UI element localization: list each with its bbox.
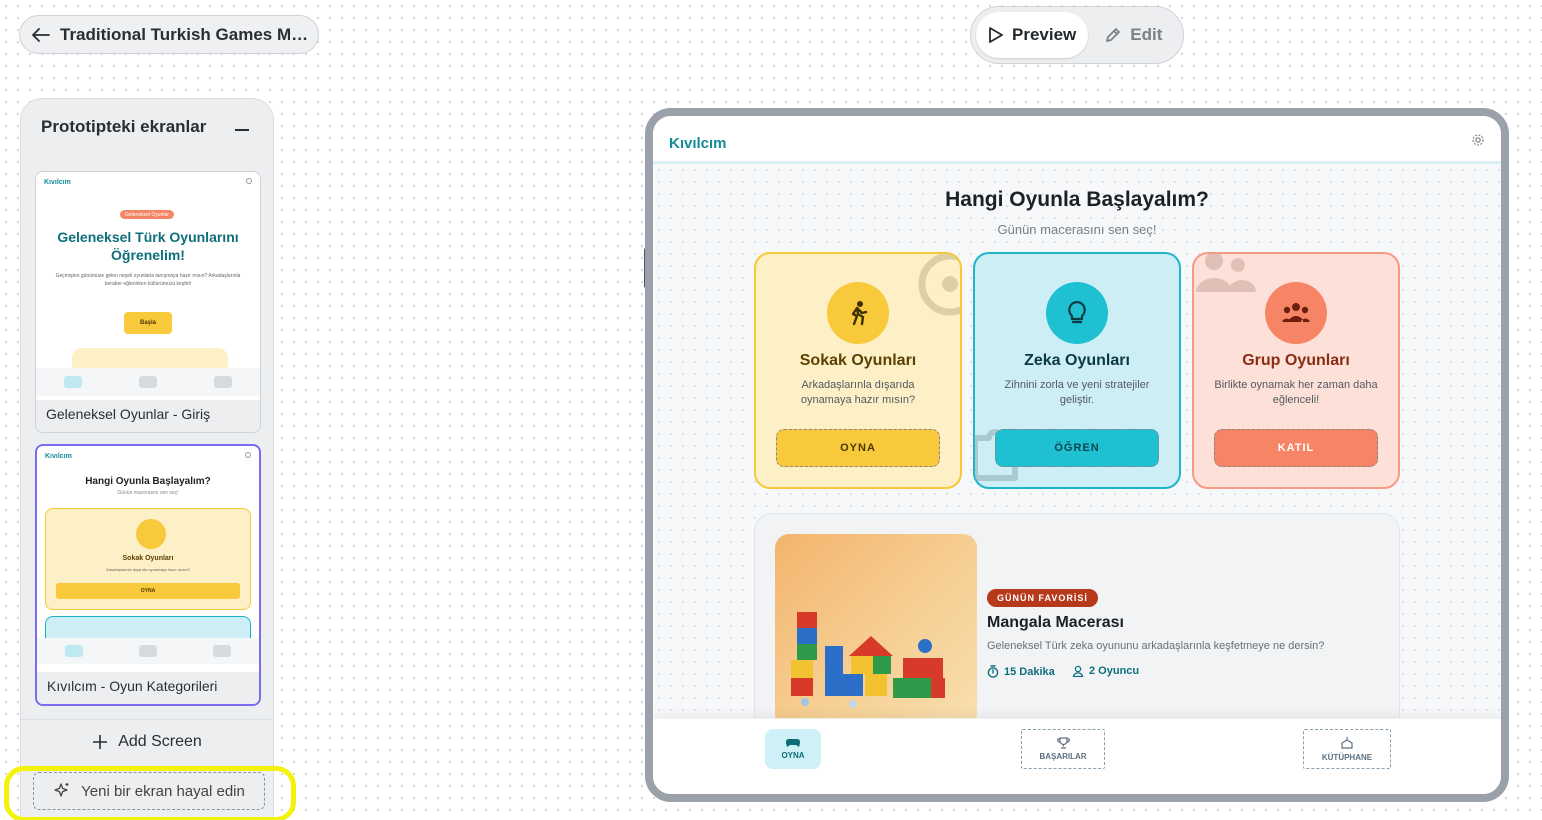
thumb-start-button: Başla <box>124 312 172 334</box>
project-title: Traditional Turkish Games M… <box>60 24 309 44</box>
screens-panel: Prototipteki ekranlar Kıvılcım Gelenekse… <box>20 98 274 820</box>
settings-gear-icon[interactable] <box>1471 133 1485 147</box>
mode-toggle: Preview Edit <box>970 6 1184 64</box>
add-screen-label: Add Screen <box>118 732 202 750</box>
app-screen: Kıvılcım Hangi Oyunla Başlayalım? Günün … <box>653 116 1501 794</box>
thumb-text: Geçmişten günümüze gelen neşeli oyunlarl… <box>55 273 241 287</box>
app-header: Kıvılcım <box>653 116 1501 164</box>
library-icon <box>1340 736 1354 750</box>
collapse-icon[interactable] <box>235 129 249 131</box>
page-subheading: Günün macerasını sen seç! <box>997 222 1157 237</box>
preview-button[interactable]: Preview <box>976 12 1089 58</box>
thumb-card-button: OYNA <box>56 583 240 599</box>
featured-description: Geleneksel Türk zeka oyununu arkadaşları… <box>987 640 1325 652</box>
screen-thumbnail-categories[interactable]: Kıvılcım Hangi Oyunla Başlayalım? Günün … <box>35 444 261 706</box>
people-icon <box>1194 254 1256 294</box>
thumb-heading: Hangi Oyunla Başlayalım? <box>85 476 211 487</box>
plus-icon <box>92 734 108 750</box>
nav-play[interactable]: OYNA <box>765 729 821 769</box>
category-card-mind: Zeka Oyunları Zihnini zorla ve yeni stra… <box>973 252 1181 489</box>
nav-library[interactable]: KÜTÜPHANE <box>1303 729 1391 769</box>
gear-icon <box>246 178 252 184</box>
screen-caption: Kıvılcım - Oyun Kategorileri <box>37 672 259 704</box>
players-meta: 2 Oyuncu <box>1072 665 1139 677</box>
highlight-annotation <box>4 766 296 820</box>
thumb-nav <box>37 638 259 664</box>
nav-play-label: OYNA <box>781 751 805 760</box>
thumb-card: Sokak Oyunları Arkadaşlarınla dışarıda o… <box>45 508 251 610</box>
edit-label: Edit <box>1130 25 1163 44</box>
edit-button[interactable]: Edit <box>1088 12 1174 58</box>
app-logo: Kıvılcım <box>669 135 727 152</box>
person-icon <box>1072 665 1084 677</box>
thumb-subheading: Günün macerasını sen seç! <box>117 490 179 496</box>
favorite-badge: GÜNÜN FAVORİSİ <box>987 589 1098 607</box>
thumb-heading: Geleneksel Türk Oyunlarını Öğrenelim! <box>57 229 239 263</box>
thumb-nav-library <box>213 645 231 657</box>
nav-achievements-label: BAŞARILAR <box>1039 752 1087 761</box>
thumb-nav-library <box>213 376 232 388</box>
category-card-group: Grup Oyunları Birlikte oynamak her zaman… <box>1192 252 1400 489</box>
nav-library-label: KÜTÜPHANE <box>1321 752 1373 762</box>
card-description: Arkadaşlarınla dışarıda oynamaya hazır m… <box>800 379 916 406</box>
play-button[interactable]: OYNA <box>776 429 940 467</box>
page-heading: Hangi Oyunla Başlayalım? <box>945 188 1209 211</box>
thumb-nav-play <box>64 376 83 388</box>
arrow-left-icon <box>32 27 50 42</box>
players-text: 2 Oyuncu <box>1089 665 1140 677</box>
back-button[interactable]: Traditional Turkish Games M… <box>19 15 319 54</box>
thumb-nav <box>36 368 260 396</box>
thumb-nav-achievements <box>139 645 157 657</box>
nav-achievements[interactable]: BAŞARILAR <box>1021 729 1105 769</box>
gamepad-icon <box>786 738 800 748</box>
card-title: Grup Oyunları <box>1242 352 1350 369</box>
gear-icon <box>245 452 251 458</box>
card-title: Sokak Oyunları <box>799 352 917 369</box>
duration-meta: 15 Dakika <box>987 665 1055 678</box>
featured-title: Mangala Macerası <box>987 614 1124 631</box>
lightbulb-icon <box>1046 282 1108 344</box>
bottom-navigation: OYNA BAŞARILAR KÜTÜPHANE <box>653 718 1501 794</box>
wooden-blocks-image <box>775 534 977 728</box>
thumb-card-desc: Arkadaşlarınla dışarıda oynamaya hazır m… <box>106 567 190 572</box>
group-icon <box>1265 282 1327 344</box>
card-description: Birlikte oynamak her zaman daha eğlencel… <box>1214 379 1378 406</box>
card-title: Zeka Oyunları <box>1024 352 1130 369</box>
soccer-ball-icon <box>918 254 960 316</box>
join-button[interactable]: KATIL <box>1214 429 1378 467</box>
featured-game-card[interactable]: GÜNÜN FAVORİSİ Mangala Macerası Geleneks… <box>754 513 1400 743</box>
thumb-logo: Kıvılcım <box>45 453 72 460</box>
add-screen-button[interactable]: Add Screen <box>21 719 273 763</box>
thumb-tag: Geleneksel Oyunlar <box>120 210 174 219</box>
timer-icon <box>987 665 999 678</box>
thumb-logo: Kıvılcım <box>44 179 71 186</box>
pencil-icon <box>1104 26 1122 44</box>
category-card-street: Sokak Oyunları Arkadaşlarınla dışarıda o… <box>754 252 962 489</box>
screen-thumbnail-intro[interactable]: Kıvılcım Geleneksel Oyunlar Geleneksel T… <box>35 171 261 433</box>
preview-label: Preview <box>1012 25 1077 44</box>
device-frame: Kıvılcım Hangi Oyunla Başlayalım? Günün … <box>645 108 1509 802</box>
card-description: Zihnini zorla ve yeni stratejiler gelişt… <box>1004 379 1150 406</box>
panel-title: Prototipteki ekranlar <box>41 117 207 136</box>
duration-text: 15 Dakika <box>1004 665 1055 678</box>
trophy-icon <box>1056 737 1070 749</box>
thumb-card-title: Sokak Oyunları <box>122 555 174 562</box>
thumb-nav-play <box>65 645 83 657</box>
thumb-card-icon <box>136 519 166 549</box>
learn-button[interactable]: ÖĞREN <box>995 429 1159 467</box>
play-icon <box>988 26 1004 44</box>
screen-caption: Geleneksel Oyunlar - Giriş <box>36 400 260 432</box>
thumb-nav-achievements <box>138 376 157 388</box>
running-person-icon <box>827 282 889 344</box>
